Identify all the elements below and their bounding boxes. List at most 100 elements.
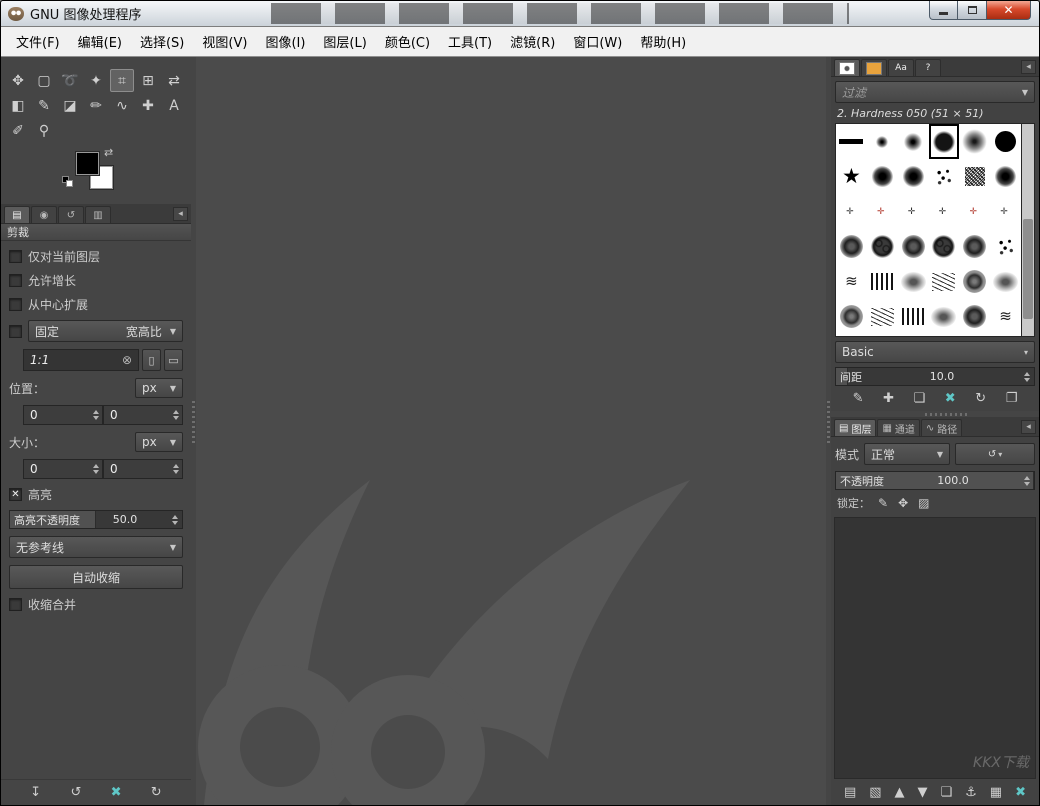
layers-list[interactable]: KKX下载 bbox=[834, 517, 1036, 779]
spin-down-icon[interactable] bbox=[1024, 377, 1030, 382]
spinner-arrows[interactable] bbox=[173, 410, 179, 420]
size-unit-combo[interactable]: px ▼ bbox=[135, 432, 183, 452]
spin-up-icon[interactable] bbox=[1024, 371, 1030, 376]
brush-sparkle-red[interactable]: ✛ bbox=[867, 194, 898, 229]
brush-filter-input[interactable]: 过滤 ▼ bbox=[835, 81, 1035, 103]
heal-tool[interactable]: ✚ bbox=[136, 94, 160, 117]
tab-fonts[interactable]: Aa bbox=[888, 59, 914, 76]
brush-hard[interactable] bbox=[928, 124, 960, 159]
new-layer-icon[interactable]: ▤ bbox=[844, 786, 856, 799]
refresh-brushes-icon[interactable]: ↻ bbox=[975, 392, 986, 405]
brush-smoke[interactable] bbox=[898, 264, 929, 299]
expand-from-center-checkbox[interactable] bbox=[9, 298, 22, 311]
bucket-fill-tool[interactable]: ◧ bbox=[6, 94, 30, 117]
text-tool[interactable]: A bbox=[162, 94, 186, 117]
brush-texture[interactable] bbox=[959, 264, 990, 299]
color-picker-tool[interactable]: ✐ bbox=[6, 119, 30, 142]
spin-down-icon[interactable] bbox=[173, 416, 179, 420]
position-y-input[interactable]: 0 bbox=[103, 405, 183, 425]
brush-scratch[interactable] bbox=[929, 264, 960, 299]
delete-brush-icon[interactable]: ✖ bbox=[945, 392, 956, 405]
lock-position-icon[interactable]: ✥ bbox=[898, 497, 908, 509]
spinner-arrows[interactable] bbox=[1024, 371, 1030, 382]
brush-hatch[interactable] bbox=[867, 264, 898, 299]
brush-fuzzy[interactable] bbox=[898, 159, 929, 194]
spin-up-icon[interactable] bbox=[1024, 475, 1030, 480]
brush-sparkle[interactable]: ✛ bbox=[990, 194, 1021, 229]
eraser-tool[interactable]: ◪ bbox=[58, 94, 82, 117]
brush-line[interactable] bbox=[836, 124, 867, 159]
minimize-button[interactable] bbox=[929, 1, 958, 20]
lower-layer-icon[interactable]: ▼ bbox=[918, 786, 928, 799]
menu-file[interactable]: 文件(F) bbox=[7, 32, 69, 51]
spin-down-icon[interactable] bbox=[93, 470, 99, 474]
delete-tool-preset-icon[interactable]: ✖ bbox=[111, 786, 122, 799]
canvas-area[interactable] bbox=[196, 57, 826, 805]
current-layer-only-checkbox[interactable] bbox=[9, 250, 22, 263]
merge-layer-icon[interactable]: ▦ bbox=[990, 786, 1002, 799]
brush-sponge[interactable] bbox=[867, 229, 898, 264]
brush-sparkle[interactable]: ✛ bbox=[898, 194, 929, 229]
close-button[interactable]: ✕ bbox=[986, 1, 1031, 20]
tab-paths[interactable]: ∿ 路径 bbox=[920, 419, 963, 436]
spinner-arrows[interactable] bbox=[93, 410, 99, 420]
guides-combo[interactable]: 无参考线 ▼ bbox=[9, 536, 183, 558]
tab-tool-options[interactable]: ▤ bbox=[4, 206, 30, 223]
tab-channels[interactable]: ▦ 通道 bbox=[877, 419, 920, 436]
brush-scratch[interactable] bbox=[867, 299, 898, 334]
tab-device-status[interactable]: ◉ bbox=[31, 206, 57, 223]
open-brush-as-image-icon[interactable]: ❐ bbox=[1006, 392, 1018, 405]
spinner-arrows[interactable] bbox=[172, 514, 178, 525]
edit-brush-icon[interactable]: ✎ bbox=[853, 392, 864, 405]
tab-patterns[interactable] bbox=[861, 59, 887, 76]
airbrush-tool[interactable]: ✏ bbox=[84, 94, 108, 117]
brush-sparkle[interactable]: ✛ bbox=[836, 194, 867, 229]
position-x-input[interactable]: 0 bbox=[23, 405, 103, 425]
fixed-aspect-combo[interactable]: 固定 宽高比 ▼ bbox=[28, 320, 183, 342]
brush-texture[interactable] bbox=[836, 299, 867, 334]
size-height-input[interactable]: 0 bbox=[103, 459, 183, 479]
smudge-tool[interactable]: ∿ bbox=[110, 94, 134, 117]
menu-help[interactable]: 帮助(H) bbox=[631, 32, 695, 51]
brush-hatch[interactable] bbox=[898, 299, 929, 334]
default-colors-icon[interactable] bbox=[62, 176, 74, 188]
brush-chalk[interactable] bbox=[959, 159, 990, 194]
menu-image[interactable]: 图像(I) bbox=[256, 32, 314, 51]
menu-colors[interactable]: 颜色(C) bbox=[376, 32, 439, 51]
brush-tag-combo[interactable]: Basic ▾ bbox=[835, 341, 1035, 363]
brush-smoke[interactable] bbox=[990, 264, 1021, 299]
brush-cell[interactable] bbox=[836, 229, 867, 264]
transform-tool[interactable]: ⊞ bbox=[136, 69, 160, 92]
brush-scribble[interactable]: ≋ bbox=[990, 299, 1021, 334]
brush-fuzzy[interactable] bbox=[990, 159, 1021, 194]
lock-alpha-icon[interactable]: ▨ bbox=[918, 497, 929, 509]
crop-tool[interactable]: ⌗ bbox=[110, 69, 134, 92]
brush-cell[interactable] bbox=[898, 229, 929, 264]
position-unit-combo[interactable]: px ▼ bbox=[135, 378, 183, 398]
spin-up-icon[interactable] bbox=[173, 464, 179, 468]
brush-scribble[interactable]: ≋ bbox=[836, 264, 867, 299]
save-tool-preset-icon[interactable]: ↧ bbox=[30, 786, 41, 799]
brush-dots[interactable] bbox=[929, 159, 960, 194]
scrollbar-thumb[interactable] bbox=[1023, 219, 1033, 319]
clear-icon[interactable]: ⊗ bbox=[122, 353, 132, 367]
restore-tool-preset-icon[interactable]: ↺ bbox=[70, 786, 81, 799]
layer-opacity-slider[interactable]: 不透明度 100.0 bbox=[835, 471, 1035, 490]
spin-up-icon[interactable] bbox=[93, 410, 99, 414]
fixed-checkbox[interactable] bbox=[9, 324, 22, 338]
tab-layers[interactable]: ▤ 图层 bbox=[834, 419, 877, 436]
new-layer-group-icon[interactable]: ▧ bbox=[869, 786, 881, 799]
spin-down-icon[interactable] bbox=[172, 520, 178, 525]
reset-tool-options-icon[interactable]: ↻ bbox=[151, 786, 162, 799]
layer-mode-combo[interactable]: 正常 ▼ bbox=[864, 443, 951, 465]
brush-soft-l[interactable] bbox=[959, 124, 990, 159]
anchor-layer-icon[interactable]: ⚓ bbox=[965, 786, 977, 799]
spinner-arrows[interactable] bbox=[93, 464, 99, 474]
ink-tool[interactable]: ✎ bbox=[32, 94, 56, 117]
brush-soft-s[interactable] bbox=[867, 124, 898, 159]
menu-select[interactable]: 选择(S) bbox=[131, 32, 193, 51]
brush-scrollbar[interactable] bbox=[1022, 123, 1035, 337]
spin-up-icon[interactable] bbox=[172, 514, 178, 519]
menu-edit[interactable]: 编辑(E) bbox=[69, 32, 131, 51]
duplicate-brush-icon[interactable]: ❏ bbox=[914, 392, 926, 405]
